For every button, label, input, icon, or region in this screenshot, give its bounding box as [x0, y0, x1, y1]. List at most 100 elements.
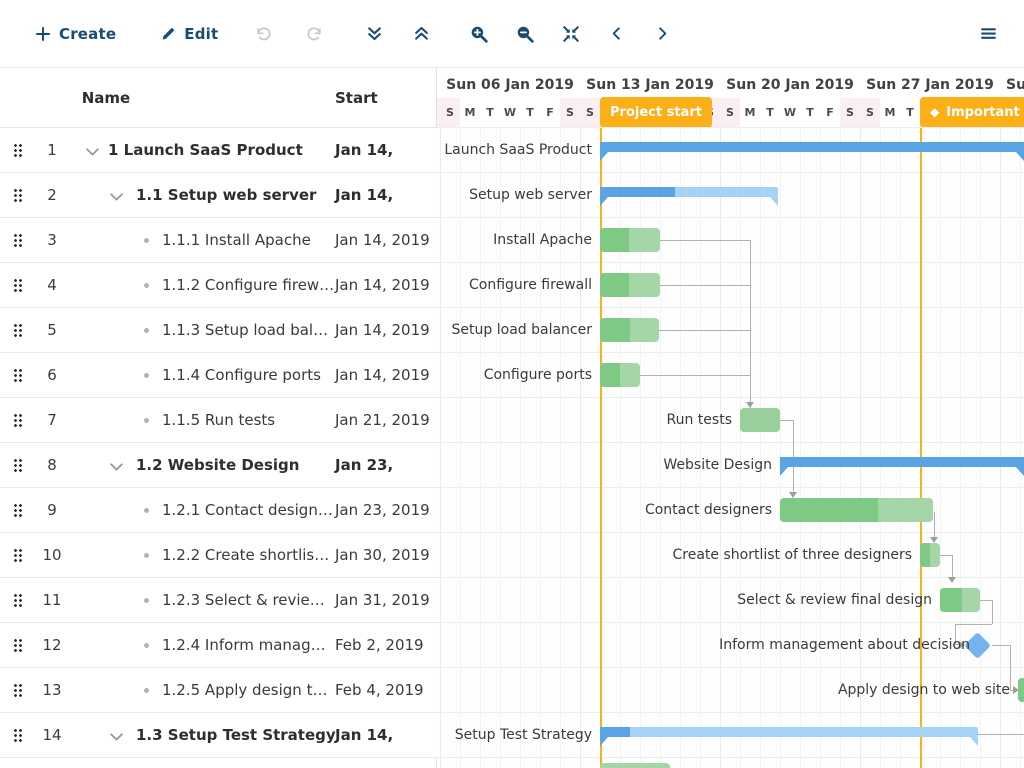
task-bar[interactable]	[600, 228, 660, 252]
scroll-right-button[interactable]	[655, 26, 670, 41]
table-row[interactable]: 51.1.3 Setup load bal…Jan 14, 2019	[0, 308, 437, 353]
drag-handle-icon[interactable]	[13, 413, 23, 428]
zoom-out-icon	[516, 25, 534, 43]
drag-handle-icon[interactable]	[13, 593, 23, 608]
diamond-icon: ◆	[930, 105, 939, 119]
menu-button[interactable]	[980, 25, 997, 42]
task-bar[interactable]	[1018, 678, 1024, 702]
task-bar[interactable]	[600, 363, 640, 387]
task-name: 1.1.1 Install Apache	[162, 218, 311, 262]
grid-line-horizontal	[437, 262, 1024, 263]
drag-handle-icon[interactable]	[13, 188, 23, 203]
day-header-cell: S	[720, 98, 740, 128]
summary-cap-right	[1016, 152, 1024, 161]
day-header-cell: M	[880, 98, 900, 128]
task-bar[interactable]	[740, 408, 780, 432]
column-header-start[interactable]: Start	[335, 68, 378, 128]
edit-button[interactable]: Edit	[160, 25, 218, 43]
task-bar[interactable]	[940, 588, 980, 612]
drag-handle-icon[interactable]	[13, 143, 23, 158]
grid-line-vertical	[660, 128, 661, 768]
task-bar[interactable]	[600, 273, 660, 297]
redo-button[interactable]	[306, 25, 324, 43]
drag-handle-icon[interactable]	[13, 233, 23, 248]
table-row[interactable]: 31.1.1 Install ApacheJan 14, 2019	[0, 218, 437, 263]
day-header-cell: T	[480, 98, 500, 128]
task-bar[interactable]	[920, 543, 940, 567]
day-header-cell: T	[760, 98, 780, 128]
collapse-all-button[interactable]	[413, 25, 430, 42]
table-row[interactable]: 91.2.1 Contact design…Jan 23, 2019	[0, 488, 437, 533]
drag-handle-icon[interactable]	[13, 323, 23, 338]
row-number: 4	[34, 263, 70, 307]
task-start-date: Jan 14, 2019	[335, 353, 430, 397]
grid-line-vertical	[560, 128, 561, 768]
table-row[interactable]: 141.3 Setup Test StrategyJan 14, 2019	[0, 713, 437, 758]
dependency-line	[660, 285, 750, 286]
drag-handle-icon[interactable]	[13, 503, 23, 518]
undo-button[interactable]	[254, 25, 272, 43]
drag-handle-icon[interactable]	[13, 548, 23, 563]
create-button[interactable]: Create	[35, 25, 116, 43]
summary-bar[interactable]	[600, 187, 778, 197]
drag-handle-icon[interactable]	[13, 458, 23, 473]
bar-label: Setup Test Strategy	[455, 725, 592, 745]
summary-cap-left	[780, 467, 788, 476]
summary-progress	[600, 142, 1024, 152]
table-row[interactable]: 81.2 Website DesignJan 23, 2019	[0, 443, 437, 488]
task-bar[interactable]	[600, 763, 670, 768]
grid-line-vertical	[620, 128, 621, 768]
table-row[interactable]: 131.2.5 Apply design t…Feb 4, 2019	[0, 668, 437, 713]
grid-line-vertical	[880, 128, 881, 768]
row-number: 3	[34, 218, 70, 262]
drag-handle-icon[interactable]	[13, 638, 23, 653]
task-name: 1 Launch SaaS Product	[108, 128, 303, 172]
dependency-line	[640, 375, 750, 376]
task-name: 1.2.5 Apply design t…	[162, 668, 327, 712]
drag-handle-icon[interactable]	[13, 368, 23, 383]
grid-line-vertical	[640, 128, 641, 768]
drag-handle-icon[interactable]	[13, 728, 23, 743]
row-number: 13	[34, 668, 70, 712]
zoom-in-button[interactable]	[470, 25, 488, 43]
table-row[interactable]: 41.1.2 Configure firew…Jan 14, 2019	[0, 263, 437, 308]
drag-handle-icon[interactable]	[13, 683, 23, 698]
bullet-icon	[144, 553, 149, 558]
summary-bar[interactable]	[780, 457, 1024, 467]
bar-label: Setup web server	[469, 185, 592, 205]
table-row[interactable]: 111.2.3 Select & revie…Jan 31, 2019	[0, 578, 437, 623]
chevron-down-icon[interactable]	[110, 729, 124, 743]
day-header-cell: F	[820, 98, 840, 128]
bar-label: Configure ports	[484, 365, 592, 385]
table-row[interactable]: 101.2.2 Create shortlis…Jan 30, 2019	[0, 533, 437, 578]
chevron-down-icon[interactable]	[110, 459, 124, 473]
grid-line-vertical	[720, 128, 721, 768]
task-table: 11 Launch SaaS ProductJan 14, 201921.1 S…	[0, 128, 437, 768]
table-row[interactable]: 71.1.5 Run testsJan 21, 2019	[0, 398, 437, 443]
grid-line-vertical	[440, 128, 441, 768]
table-row[interactable]: 11 Launch SaaS ProductJan 14, 2019	[0, 128, 437, 173]
drag-handle-icon[interactable]	[13, 278, 23, 293]
day-header-cell: F	[540, 98, 560, 128]
task-start-date: Jan 23, 2019	[335, 488, 430, 532]
summary-bar[interactable]	[600, 727, 978, 737]
column-header-name[interactable]: Name	[62, 68, 150, 128]
double-chevron-down-icon	[366, 25, 383, 42]
pencil-icon	[160, 26, 176, 42]
table-row[interactable]: 21.1 Setup web serverJan 14, 2019	[0, 173, 437, 218]
zoom-to-fit-button[interactable]	[562, 25, 580, 43]
task-bar[interactable]	[600, 318, 659, 342]
table-row[interactable]: 121.2.4 Inform manag…Feb 2, 2019	[0, 623, 437, 668]
grid-line-horizontal	[437, 352, 1024, 353]
chevron-down-icon[interactable]	[86, 144, 100, 158]
chevron-down-icon[interactable]	[110, 189, 124, 203]
expand-all-button[interactable]	[366, 25, 383, 42]
table-row[interactable]: 61.1.4 Configure portsJan 14, 2019	[0, 353, 437, 398]
summary-bar[interactable]	[600, 142, 1024, 152]
task-bar[interactable]	[780, 498, 933, 522]
scroll-left-button[interactable]	[609, 26, 624, 41]
zoom-out-button[interactable]	[516, 25, 534, 43]
row-number: 9	[34, 488, 70, 532]
grid-line-horizontal	[437, 442, 1024, 443]
dependency-line	[955, 624, 992, 625]
